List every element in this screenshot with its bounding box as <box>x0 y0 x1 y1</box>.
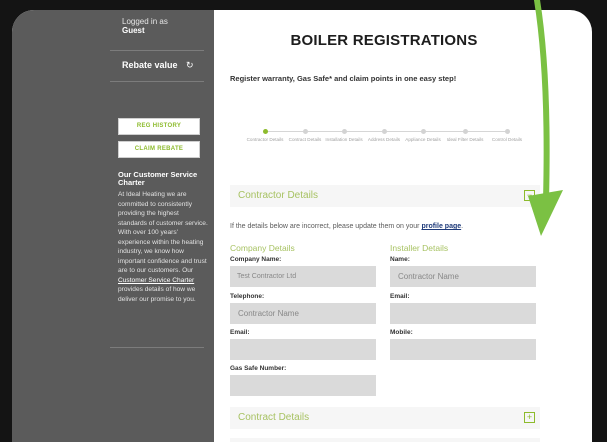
reg-history-button[interactable]: REG HISTORY <box>118 118 200 135</box>
claim-rebate-button[interactable]: CLAIM REBATE <box>118 141 200 158</box>
login-status: Logged in as Guest <box>122 17 168 35</box>
charter-link[interactable]: Customer Service Charter <box>118 277 194 284</box>
step-label: Address Details <box>367 137 401 142</box>
installer-name-label: Name: <box>390 256 410 263</box>
gas-safe-field[interactable] <box>230 375 376 396</box>
step-dot <box>302 129 308 134</box>
company-email-label: Email: <box>230 329 250 336</box>
charter-text-before: At Ideal Heating we are committed to con… <box>118 191 208 274</box>
minus-icon[interactable]: − <box>524 190 535 201</box>
installer-email-field[interactable] <box>390 303 536 324</box>
telephone-field[interactable]: Contractor Name <box>230 303 376 324</box>
mobile-field[interactable] <box>390 339 536 360</box>
info-message: If the details below are incorrect, plea… <box>230 223 422 230</box>
info-text: If the details below are incorrect, plea… <box>230 223 463 230</box>
step-dot <box>341 129 347 134</box>
logged-in-label: Logged in as <box>122 17 168 26</box>
telephone-label: Telephone: <box>230 293 265 300</box>
page-subtitle: Register warranty, Gas Safe* and claim p… <box>230 74 457 83</box>
installer-name-field[interactable]: Contractor Name <box>390 266 536 287</box>
company-name-label: Company Name: <box>230 256 282 263</box>
step-dot <box>420 129 426 134</box>
sidebar-divider <box>110 81 204 82</box>
step-label: Installation Details <box>325 137 363 142</box>
info-end: . <box>461 223 464 230</box>
next-section-strip <box>230 438 540 442</box>
progress-steps: Contractor Details Contract Details Inst… <box>230 128 526 162</box>
charter-title: Our Customer Service Charter <box>118 170 198 187</box>
refresh-icon[interactable]: ↻ <box>186 60 194 70</box>
installer-details-title: Installer Details <box>390 243 449 253</box>
step-ideal-filter[interactable]: Ideal Filter Details <box>445 128 485 142</box>
step-contract[interactable]: Contract Details <box>285 128 325 142</box>
step-label: Ideal Filter Details <box>446 137 484 142</box>
step-label: Control Details <box>491 137 523 142</box>
step-contractor[interactable]: Contractor Details <box>245 128 285 142</box>
sidebar-divider <box>110 50 204 51</box>
main-content: BOILER REGISTRATIONS Register warranty, … <box>214 10 592 442</box>
charter-text-after: provides details of how we deliver our p… <box>118 286 196 303</box>
plus-icon[interactable]: + <box>524 412 535 423</box>
charter-text: At Ideal Heating we are committed to con… <box>118 190 208 304</box>
sidebar-divider <box>110 347 204 348</box>
step-dot <box>381 129 387 134</box>
section-title: Contract Details <box>238 412 310 423</box>
step-dot <box>504 129 510 134</box>
gas-safe-label: Gas Safe Number: <box>230 365 287 372</box>
company-name-field[interactable]: Test Contractor Ltd <box>230 266 376 287</box>
rebate-value[interactable]: Rebate value ↻ <box>122 60 194 71</box>
step-label: Contract Details <box>288 137 322 142</box>
step-control[interactable]: Control Details <box>487 128 527 142</box>
step-address[interactable]: Address Details <box>364 128 404 142</box>
user-name: Guest <box>122 26 145 35</box>
sidebar: Logged in as Guest Rebate value ↻ REG HI… <box>12 10 214 442</box>
section-title: Contractor Details <box>238 190 319 201</box>
company-email-field[interactable] <box>230 339 376 360</box>
page-title: BOILER REGISTRATIONS <box>290 32 478 49</box>
mobile-label: Mobile: <box>390 329 413 336</box>
contract-details-header[interactable]: Contract Details + <box>230 407 540 429</box>
step-dot <box>462 129 468 134</box>
rebate-label: Rebate value <box>122 60 178 70</box>
profile-page-link[interactable]: profile page <box>421 223 461 230</box>
contractor-details-header[interactable]: Contractor Details − <box>230 185 540 207</box>
installer-email-label: Email: <box>390 293 410 300</box>
step-appliance[interactable]: Appliance Details <box>403 128 443 142</box>
company-details-title: Company Details <box>230 243 295 253</box>
step-installation[interactable]: Installation Details <box>324 128 364 142</box>
step-dot <box>262 129 268 134</box>
step-label: Contractor Details <box>246 137 284 142</box>
app-frame: Logged in as Guest Rebate value ↻ REG HI… <box>12 10 592 442</box>
step-label: Appliance Details <box>405 137 441 142</box>
